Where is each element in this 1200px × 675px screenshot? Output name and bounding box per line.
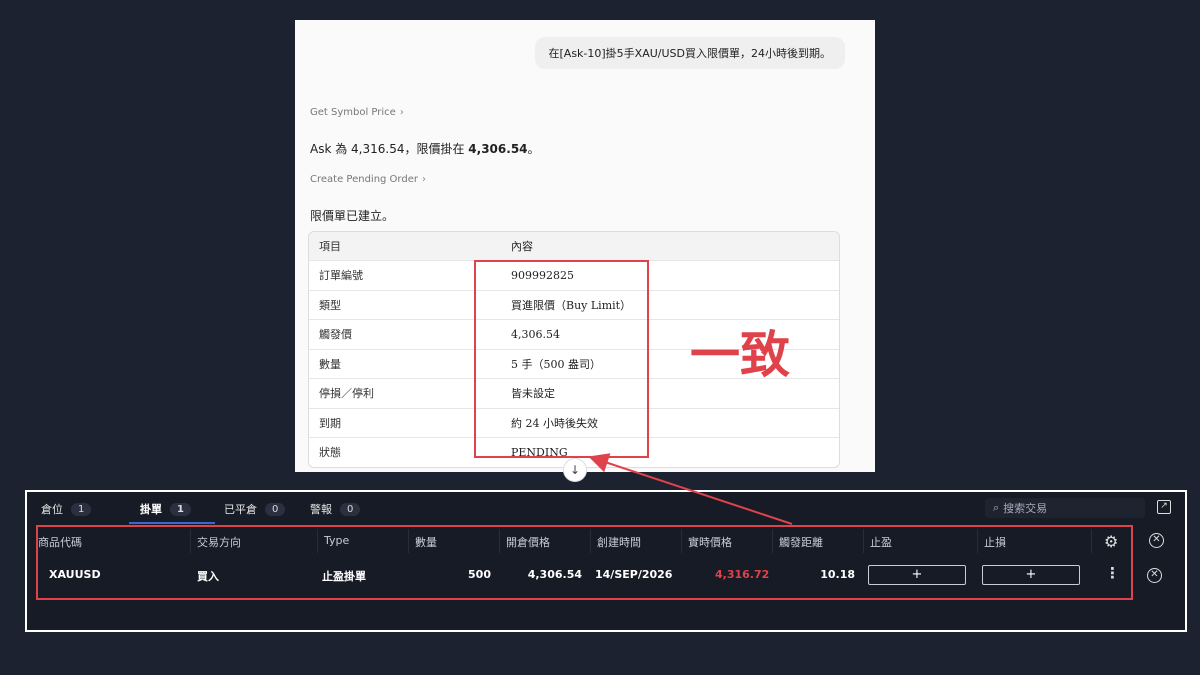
header-item: 項目 [319, 240, 341, 253]
tool-call-get-symbol-price[interactable]: Get Symbol Price › [310, 107, 404, 118]
active-tab-indicator [129, 522, 215, 524]
table-header: 項目 內容 [309, 232, 839, 260]
assistant-reply-confirmation: 限價單已建立。 [310, 209, 395, 223]
tab-closed[interactable]: 已平倉 0 [224, 501, 286, 517]
search-placeholder: 搜索交易 [1003, 502, 1048, 515]
highlight-box-chat [474, 260, 649, 458]
chevron-right-icon: › [421, 174, 426, 185]
reply-limit-price: 4,306.54 [468, 142, 528, 156]
reply-text: Ask 為 4,316.54，限價掛在 [310, 142, 469, 156]
tab-label: 警報 [310, 503, 332, 516]
chevron-right-icon: › [399, 107, 404, 118]
close-icon[interactable]: ✕ [1149, 533, 1164, 548]
tab-count-badge: 0 [265, 502, 286, 516]
tab-label: 掛單 [140, 503, 162, 516]
user-message: 在[Ask-10]掛5手XAU/USD買入限價單，24小時後到期。 [534, 37, 845, 69]
close-icon[interactable]: ✕ [1147, 568, 1162, 583]
tab-pending-orders[interactable]: 掛單 1 [140, 501, 191, 517]
scroll-down-button[interactable]: ↓ [563, 458, 587, 482]
tool-call-label: Get Symbol Price [310, 107, 396, 118]
search-input[interactable]: ⌕ 搜索交易 [985, 498, 1145, 518]
tab-label: 倉位 [41, 503, 63, 516]
tab-count-badge: 1 [71, 502, 92, 516]
search-icon: ⌕ [993, 501, 1000, 514]
highlight-box-panel [36, 525, 1133, 600]
tab-positions[interactable]: 倉位 1 [41, 501, 92, 517]
tab-alerts[interactable]: 警報 0 [310, 501, 361, 517]
tab-count-badge: 0 [340, 502, 361, 516]
tab-count-badge: 1 [170, 502, 191, 516]
tool-call-label: Create Pending Order [310, 174, 418, 185]
annotation-label: 一致 [690, 325, 790, 384]
tool-call-create-pending-order[interactable]: Create Pending Order › [310, 174, 426, 185]
header-content: 內容 [511, 240, 533, 253]
assistant-reply-price: Ask 為 4,316.54，限價掛在 4,306.54。 [310, 140, 540, 157]
reply-suffix: 。 [527, 142, 540, 156]
popout-icon[interactable]: ↗ [1157, 500, 1171, 514]
tab-label: 已平倉 [224, 503, 257, 516]
